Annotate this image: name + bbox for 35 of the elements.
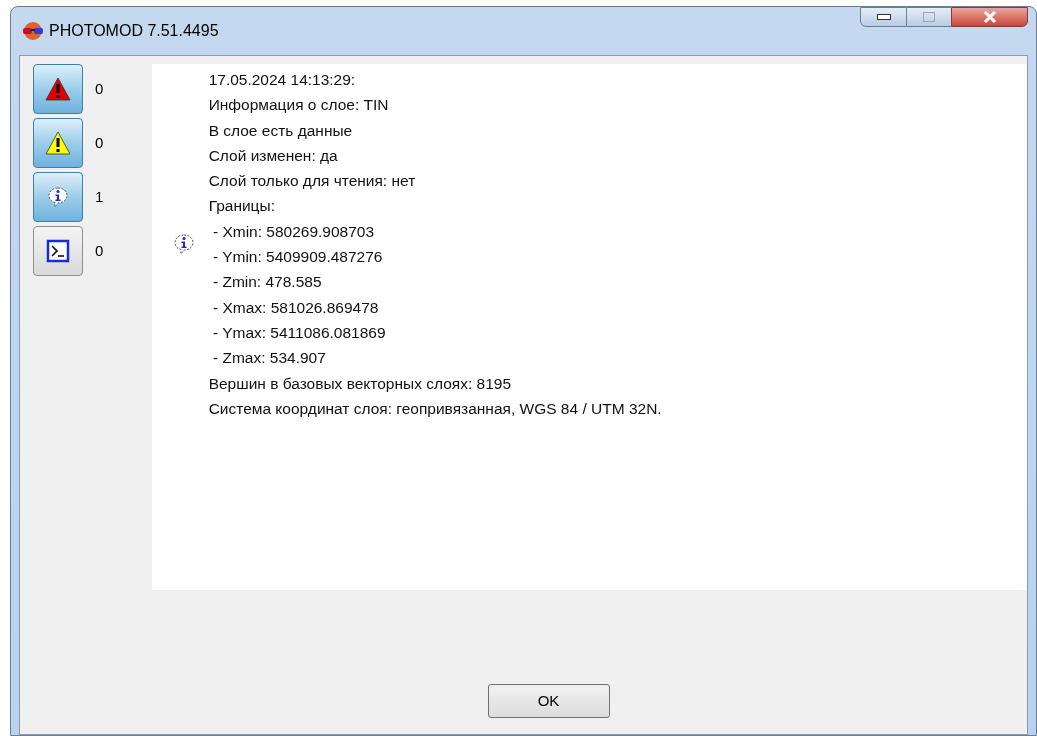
message-count: 0 <box>95 132 104 153</box>
filter-toggle-button[interactable] <box>33 226 83 276</box>
log-line: Вершин в базовых векторных слоях: 8195 <box>208 373 513 394</box>
filter-toggle-button[interactable] <box>33 118 83 168</box>
log-line: Слой только для чтения: нет <box>208 171 417 192</box>
message-count: 1 <box>95 186 104 207</box>
ok-button[interactable]: OK <box>487 684 610 718</box>
log-line: - Ymin: 5409909.487276 <box>211 247 384 268</box>
filter-toggle-button[interactable] <box>33 172 83 222</box>
log-line: Информация о слое: TIN <box>208 95 390 116</box>
log-line: - Ymax: 5411086.081869 <box>211 322 387 343</box>
log-line: Слой изменен: да <box>208 145 339 166</box>
log-line: Границы: <box>208 196 276 217</box>
log-line: - Xmax: 581026.869478 <box>211 297 380 318</box>
log-line: - Zmax: 534.907 <box>211 348 327 369</box>
log-line: В слое есть данные <box>208 120 354 141</box>
log-line: 17.05.2024 14:13:29: <box>208 70 357 90</box>
filter-toggle-button[interactable] <box>33 64 83 114</box>
close-button[interactable] <box>951 7 1028 27</box>
log-line: Система координат слоя: геопривязанная, WGS 84 / UTM 32N. <box>208 398 662 419</box>
warning-triangle-icon <box>45 131 71 155</box>
minimize-icon <box>876 14 891 20</box>
close-icon <box>982 11 997 23</box>
maximize-button[interactable] <box>907 7 951 27</box>
message-count: 0 <box>95 78 104 99</box>
warning-triangle-icon <box>45 77 71 101</box>
info-icon <box>46 185 70 209</box>
console-icon <box>46 239 70 263</box>
maximize-icon <box>923 12 935 22</box>
message-count: 0 <box>95 240 104 261</box>
app-logo-icon <box>21 21 45 41</box>
log-line: - Zmin: 478.585 <box>211 272 323 293</box>
log-line: - Xmin: 580269.908703 <box>211 221 376 242</box>
minimize-button[interactable] <box>860 7 907 27</box>
window-title: PHOTOMOD 7.51.4495 <box>49 21 219 41</box>
